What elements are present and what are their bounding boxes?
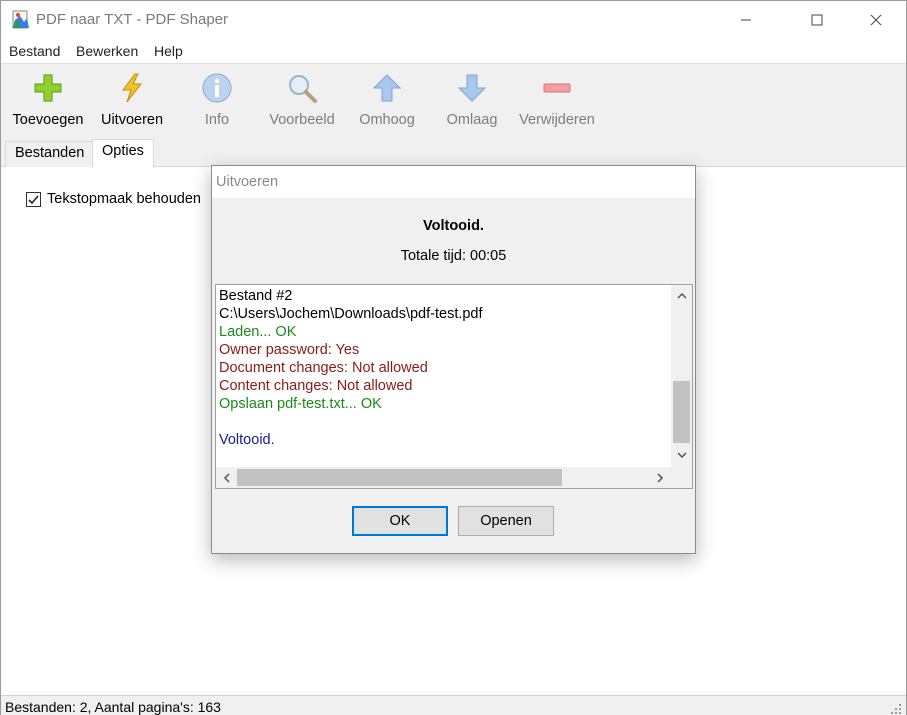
log-line: Opslaan pdf-test.txt... OK — [219, 396, 382, 412]
omlaag-button[interactable]: Omlaag — [445, 70, 499, 138]
log-line: Bestand #2 — [219, 288, 293, 304]
maximize-button[interactable] — [794, 1, 840, 39]
log-line: Document changes: Not allowed — [219, 360, 428, 376]
minimize-icon — [741, 19, 751, 21]
log-textbox[interactable]: Bestand #2 C:\Users\Jochem\Downloads\pdf-… — [215, 284, 693, 489]
toevoegen-button[interactable]: Toevoegen — [11, 70, 85, 138]
toolbar: Toevoegen Uitvoeren Info Voorbeeld Omhoo… — [1, 63, 906, 139]
dialog-title: Uitvoeren — [216, 174, 279, 190]
magnifier-icon — [284, 70, 320, 106]
uitvoeren-dialog: Uitvoeren Voltooid. Totale tijd: 00:05 B… — [211, 165, 696, 554]
status-bar: Bestanden: 2, Aantal pagina's: 163 — [1, 695, 906, 715]
info-icon — [199, 70, 235, 106]
log-line: C:\Users\Jochem\Downloads\pdf-test.pdf — [219, 306, 483, 322]
horizontal-scroll-thumb[interactable] — [237, 469, 562, 486]
omlaag-label: Omlaag — [446, 112, 498, 128]
uitvoeren-button[interactable]: Uitvoeren — [98, 70, 166, 138]
log-line: Voltooid. — [219, 432, 275, 448]
arrow-down-icon — [454, 70, 490, 106]
log-line: Content changes: Not allowed — [219, 378, 413, 394]
lightning-icon — [114, 70, 150, 106]
app-logo-icon — [11, 10, 31, 30]
minimize-button[interactable] — [723, 1, 769, 39]
menu-help[interactable]: Help — [154, 43, 183, 59]
maximize-icon — [811, 14, 823, 26]
verwijderen-button[interactable]: Verwijderen — [517, 70, 597, 138]
scroll-left-icon[interactable] — [218, 469, 235, 486]
ok-button[interactable]: OK — [352, 506, 448, 536]
close-icon — [870, 14, 882, 26]
log-lines: Bestand #2 C:\Users\Jochem\Downloads\pdf-… — [219, 287, 669, 449]
openen-button[interactable]: Openen — [458, 506, 554, 536]
scroll-right-icon[interactable] — [651, 469, 668, 486]
checkmark-icon — [28, 194, 39, 204]
arrow-up-icon — [369, 70, 405, 106]
title-bar: PDF naar TXT - PDF Shaper — [1, 1, 906, 39]
menu-bestand[interactable]: Bestand — [9, 43, 60, 59]
keep-formatting-checkbox[interactable] — [26, 191, 41, 207]
scroll-up-icon[interactable] — [673, 287, 690, 304]
toevoegen-label: Toevoegen — [12, 112, 84, 128]
log-line: Owner password: Yes — [219, 342, 360, 358]
info-button[interactable]: Info — [201, 70, 233, 138]
scroll-down-icon[interactable] — [673, 446, 690, 463]
voorbeeld-button[interactable]: Voorbeeld — [267, 70, 337, 138]
dialog-total-time: Totale tijd: 00:05 — [400, 248, 507, 264]
resize-grip-icon[interactable] — [890, 702, 902, 714]
keep-formatting-label: Tekstopmaak behouden — [47, 191, 201, 207]
minus-icon — [539, 70, 575, 106]
dialog-title-bar: Uitvoeren — [212, 166, 695, 198]
tab-strip: Bestanden Opties — [1, 139, 906, 168]
dialog-done-text: Voltooid. — [423, 218, 484, 234]
plus-icon — [30, 70, 66, 106]
omhoog-label: Omhoog — [359, 112, 415, 128]
verwijderen-label: Verwijderen — [519, 112, 595, 128]
menu-bar: Bestand Bewerken Help — [1, 39, 906, 63]
tab-opties[interactable]: Opties — [92, 139, 154, 168]
vertical-scroll-thumb[interactable] — [673, 381, 690, 443]
voorbeeld-label: Voorbeeld — [269, 112, 335, 128]
log-line: Laden... OK — [219, 324, 297, 340]
window-title: PDF naar TXT - PDF Shaper — [36, 11, 229, 28]
keep-formatting-option[interactable]: Tekstopmaak behouden — [26, 191, 201, 207]
vertical-scrollbar[interactable] — [671, 285, 692, 467]
status-text: Bestanden: 2, Aantal pagina's: 163 — [5, 699, 221, 715]
close-button[interactable] — [853, 1, 899, 39]
uitvoeren-label: Uitvoeren — [100, 112, 164, 128]
horizontal-scrollbar[interactable] — [216, 467, 692, 488]
info-label: Info — [204, 112, 230, 128]
tab-bestanden[interactable]: Bestanden — [5, 141, 95, 167]
menu-bewerken[interactable]: Bewerken — [76, 43, 138, 59]
omhoog-button[interactable]: Omhoog — [357, 70, 417, 138]
